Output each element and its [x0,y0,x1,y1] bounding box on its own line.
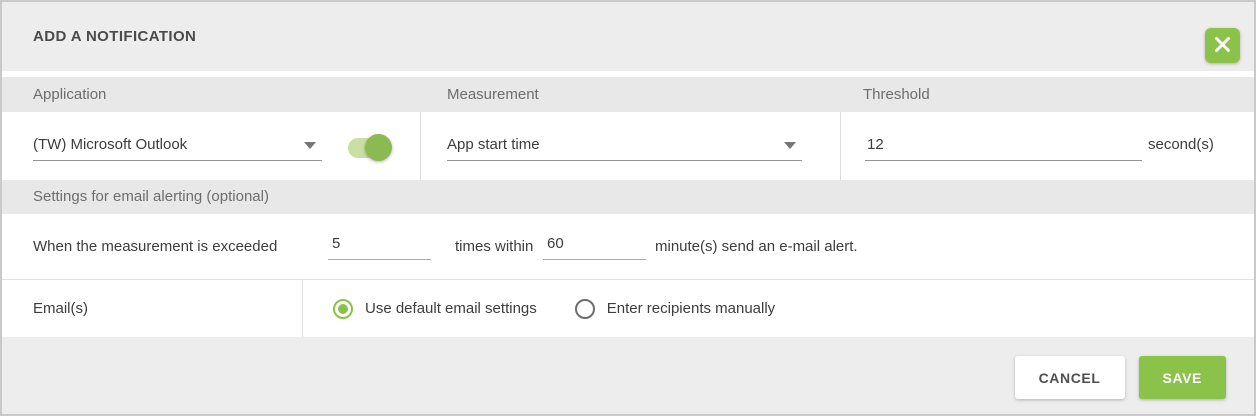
column-divider [420,112,421,180]
radio-option-label: Use default email settings [365,300,537,317]
application-select-value: (TW) Microsoft Outlook [33,136,187,153]
column-divider [840,112,841,180]
measurement-label: Measurement [447,77,539,112]
minutes-input-value: 60 [547,235,564,252]
column-label-row: Application Measurement Threshold [2,77,1254,112]
rule-middle-label: times within [455,214,533,279]
threshold-input-value: 12 [865,136,884,153]
measurement-select-value: App start time [447,136,540,153]
threshold-unit-label: second(s) [1148,131,1214,161]
input-row: (TW) Microsoft Outlook App start time 12… [2,112,1254,180]
radio-option-manual-recipients[interactable]: Enter recipients manually [575,299,775,319]
radio-button-icon[interactable] [575,299,595,319]
rule-suffix-label: minute(s) send an e-mail alert. [655,214,858,279]
email-mode-radio-group: Use default email settings Enter recipie… [333,280,775,337]
rule-prefix-label: When the measurement is exceeded [33,214,277,279]
chevron-down-icon [304,142,316,149]
minutes-input[interactable]: 60 [543,229,646,260]
times-input[interactable]: 5 [328,229,431,260]
emails-row: Email(s) Use default email settings Ente… [2,280,1254,337]
radio-option-label: Enter recipients manually [607,300,775,317]
threshold-label: Threshold [863,77,930,112]
times-input-value: 5 [332,235,340,252]
add-notification-dialog: ADD A NOTIFICATION Application Measureme… [0,0,1256,416]
application-enabled-toggle[interactable] [348,138,390,158]
alert-rule-row: When the measurement is exceeded 5 times… [2,214,1254,279]
dialog-title: ADD A NOTIFICATION [33,2,196,71]
emails-divider [302,280,303,337]
toggle-thumb [365,134,392,161]
save-button[interactable]: SAVE [1139,356,1227,399]
application-label: Application [33,77,106,112]
application-select[interactable]: (TW) Microsoft Outlook [33,131,322,161]
dialog-footer: CANCEL SAVE [2,337,1254,414]
dialog-header: ADD A NOTIFICATION [2,2,1254,71]
email-alerting-section-header: Settings for email alerting (optional) [2,180,1254,214]
chevron-down-icon [784,142,796,149]
email-alerting-section-label: Settings for email alerting (optional) [33,180,269,214]
measurement-select[interactable]: App start time [447,131,802,161]
emails-label: Email(s) [33,280,88,337]
close-icon [1214,36,1231,56]
radio-button-icon[interactable] [333,299,353,319]
cancel-button[interactable]: CANCEL [1015,356,1125,399]
close-button[interactable] [1205,28,1240,63]
radio-option-default-email[interactable]: Use default email settings [333,299,537,319]
threshold-input[interactable]: 12 [865,131,1142,161]
